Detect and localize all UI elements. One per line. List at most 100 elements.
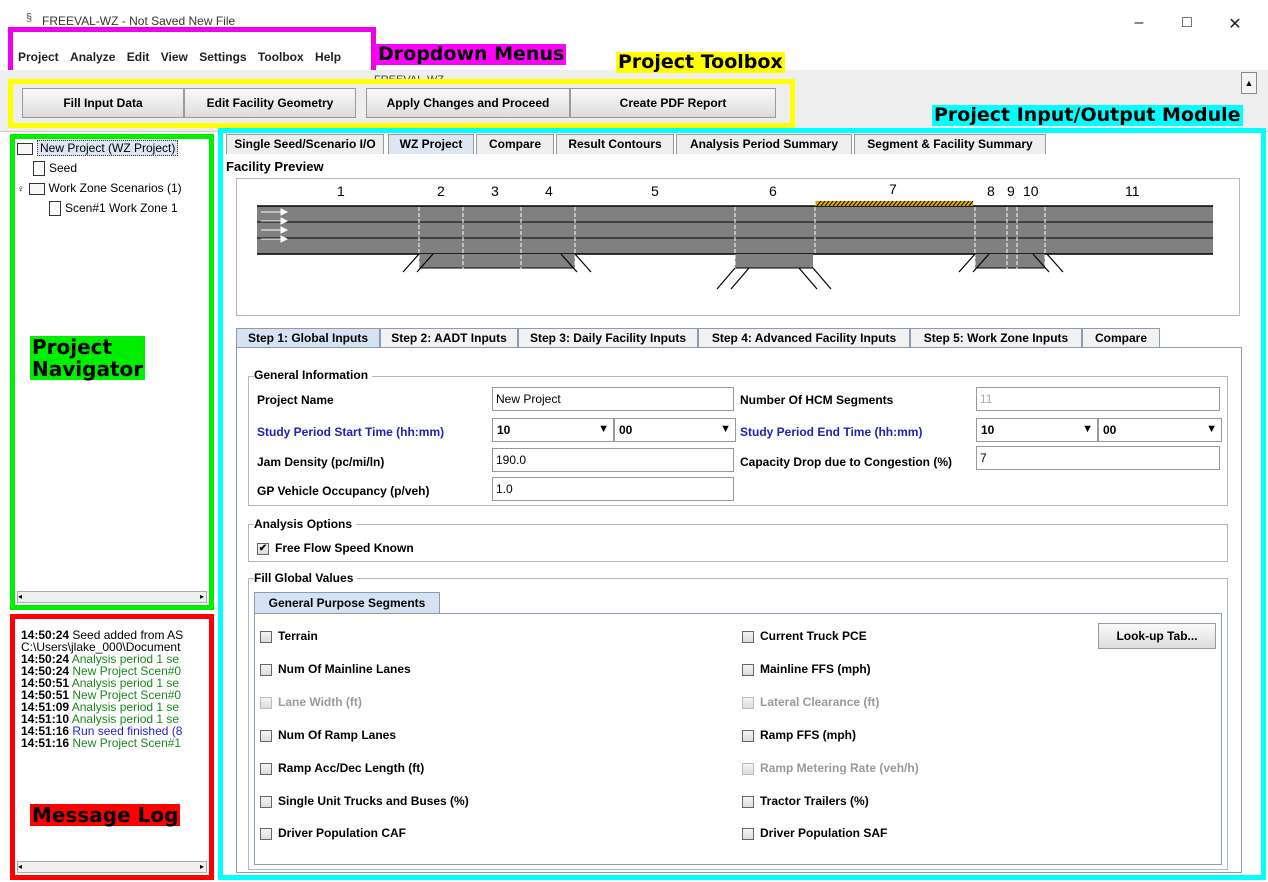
folder-open-icon — [17, 142, 33, 155]
window-title: FREEVAL-WZ - Not Saved New File — [42, 14, 236, 28]
general-info-title: General Information — [254, 368, 373, 382]
ramp-acc-dec-checkbox[interactable]: Ramp Acc/Dec Length (ft) — [260, 761, 424, 775]
segment-label: 6 — [769, 183, 777, 199]
dropdown-menus-label: Dropdown Menus — [376, 43, 567, 65]
tree-root-label: New Project (WZ Project) — [37, 140, 179, 156]
tab-general-purpose-segments[interactable]: General Purpose Segments — [254, 592, 440, 614]
tab-step-5[interactable]: Step 5: Work Zone Inputs — [910, 328, 1082, 348]
tab-result-contours[interactable]: Result Contours — [556, 134, 674, 154]
tractor-trailers-checkbox[interactable]: Tractor Trailers (%) — [742, 794, 869, 808]
chevron-down-icon: ▼ — [1082, 423, 1093, 435]
tab-single-seed[interactable]: Single Seed/Scenario I/O — [226, 134, 384, 154]
checkbox-icon — [260, 795, 272, 808]
start-minute-select[interactable]: 00 ▼ — [614, 418, 736, 442]
checkbox-icon — [260, 729, 272, 742]
fill-global-title: Fill Global Values — [254, 571, 358, 585]
chevron-down-icon: ▼ — [598, 423, 609, 435]
checkbox-icon — [742, 827, 754, 840]
tree-scenarios[interactable]: ♀ Work Zone Scenarios (1) — [17, 179, 182, 197]
checkbox-icon — [260, 630, 272, 643]
capacity-drop-label: Capacity Drop due to Congestion (%) — [740, 455, 953, 469]
folder-icon — [28, 182, 45, 195]
message-log: 14:50:24 Seed added from AS C:\Users\jla… — [10, 614, 214, 880]
segment-label: 7 — [889, 181, 897, 197]
tab-step-2[interactable]: Step 2: AADT Inputs — [380, 328, 518, 348]
tree-seed[interactable]: Seed — [33, 159, 77, 177]
hcm-segments-input: 11 — [976, 387, 1220, 411]
tab-compare[interactable]: Compare — [476, 134, 554, 154]
facility-preview-title: Facility Preview — [226, 159, 324, 174]
document-icon — [49, 201, 61, 217]
maximize-button[interactable]: □ — [1172, 14, 1202, 36]
segment-label: 3 — [491, 183, 499, 199]
truck-pce-checkbox[interactable]: Current Truck PCE — [742, 629, 867, 643]
tab-step-3[interactable]: Step 3: Daily Facility Inputs — [518, 328, 698, 348]
tab-wz-project[interactable]: WZ Project — [388, 134, 474, 154]
tab-step-1[interactable]: Step 1: Global Inputs — [236, 328, 380, 348]
io-module-label: Project Input/Output Module — [932, 104, 1243, 126]
chevron-down-icon: ▼ — [1206, 423, 1217, 435]
segment-label: 4 — [545, 183, 553, 199]
ramp-ffs-checkbox[interactable]: Ramp FFS (mph) — [742, 728, 856, 742]
chevron-down-icon: ▼ — [720, 423, 731, 435]
segment-label: 11 — [1125, 183, 1140, 199]
tab-analysis-period-summary[interactable]: Analysis Period Summary — [676, 134, 852, 154]
driver-population-saf-checkbox[interactable]: Driver Population SAF — [742, 826, 887, 840]
jam-density-input[interactable]: 190.0 — [492, 448, 734, 472]
segment-label: 2 — [437, 183, 445, 199]
tree-seed-label: Seed — [49, 161, 78, 175]
close-button[interactable]: ✕ — [1220, 14, 1250, 36]
segment-label: 9 — [1007, 183, 1015, 199]
project-toolbox-highlight — [8, 79, 795, 128]
lateral-clearance-checkbox: Lateral Clearance (ft) — [742, 695, 879, 709]
occupancy-input[interactable]: 1.0 — [492, 477, 734, 501]
terrain-checkbox[interactable]: Terrain — [260, 629, 318, 643]
document-icon — [33, 161, 45, 177]
start-hour-select[interactable]: 10 ▼ — [492, 418, 614, 442]
segment-label: 1 — [337, 183, 345, 199]
app-icon: § — [26, 12, 33, 24]
ramp-lanes-checkbox[interactable]: Num Of Ramp Lanes — [260, 728, 396, 742]
tab-step-4[interactable]: Step 4: Advanced Facility Inputs — [698, 328, 910, 348]
log-horizontal-scrollbar[interactable]: ◂ ▸ — [17, 861, 207, 873]
tab-segment-facility-summary[interactable]: Segment & Facility Summary — [854, 134, 1046, 154]
minimize-button[interactable]: – — [1124, 14, 1154, 36]
checkbox-icon — [260, 827, 272, 840]
tree-root[interactable]: New Project (WZ Project) — [17, 139, 179, 157]
tree-scenario-1[interactable]: Scen#1 Work Zone 1 — [49, 199, 178, 217]
segment-label: 5 — [651, 183, 659, 199]
lookup-tab-button[interactable]: Look-up Tab... — [1098, 623, 1216, 649]
start-time-label: Study Period Start Time (hh:mm) — [257, 425, 445, 439]
facility-preview: 1 2 3 4 5 6 7 8 9 10 11 — [236, 178, 1240, 316]
occupancy-label: GP Vehicle Occupancy (p/veh) — [257, 484, 430, 498]
end-hour-select[interactable]: 10 ▼ — [976, 418, 1098, 442]
jam-density-label: Jam Density (pc/mi/ln) — [257, 455, 385, 469]
project-name-label: Project Name — [257, 393, 334, 407]
end-minute-select[interactable]: 00 ▼ — [1098, 418, 1222, 442]
project-name-input[interactable]: New Project — [492, 387, 734, 411]
mainline-lanes-checkbox[interactable]: Num Of Mainline Lanes — [260, 662, 411, 676]
navigator-horizontal-scrollbar[interactable]: ◂ ▸ — [17, 591, 207, 603]
hcm-segments-label: Number Of HCM Segments — [740, 393, 894, 407]
tree-scenarios-label: Work Zone Scenarios (1) — [48, 181, 182, 195]
checkbox-icon — [742, 630, 754, 643]
ffs-known-checkbox[interactable]: ✔ Free Flow Speed Known — [257, 541, 414, 555]
project-toolbox-label: Project Toolbox — [616, 51, 785, 73]
project-navigator-label: Project Navigator — [30, 335, 146, 381]
driver-population-caf-checkbox[interactable]: Driver Population CAF — [260, 826, 406, 840]
expand-toggle-icon[interactable]: ♀ — [17, 184, 25, 195]
tree-scenario-1-label: Scen#1 Work Zone 1 — [65, 201, 178, 215]
end-time-label: Study Period End Time (hh:mm) — [740, 425, 923, 439]
checkbox-icon — [260, 696, 272, 709]
tab-step-compare[interactable]: Compare — [1082, 328, 1160, 348]
mainline-ffs-checkbox[interactable]: Mainline FFS (mph) — [742, 662, 871, 676]
single-unit-trucks-checkbox[interactable]: Single Unit Trucks and Buses (%) — [260, 794, 469, 808]
capacity-drop-input[interactable]: 7 — [976, 446, 1220, 470]
message-log-label: Message Log — [30, 803, 181, 827]
checkbox-icon — [742, 696, 754, 709]
ramp-segment — [735, 254, 813, 268]
log-line: 14:51:16 New Project Scen#1 — [21, 736, 182, 750]
checkbox-icon — [742, 663, 754, 676]
scroll-up-button[interactable]: ▲ — [1241, 72, 1257, 94]
aux-lane — [419, 254, 575, 268]
